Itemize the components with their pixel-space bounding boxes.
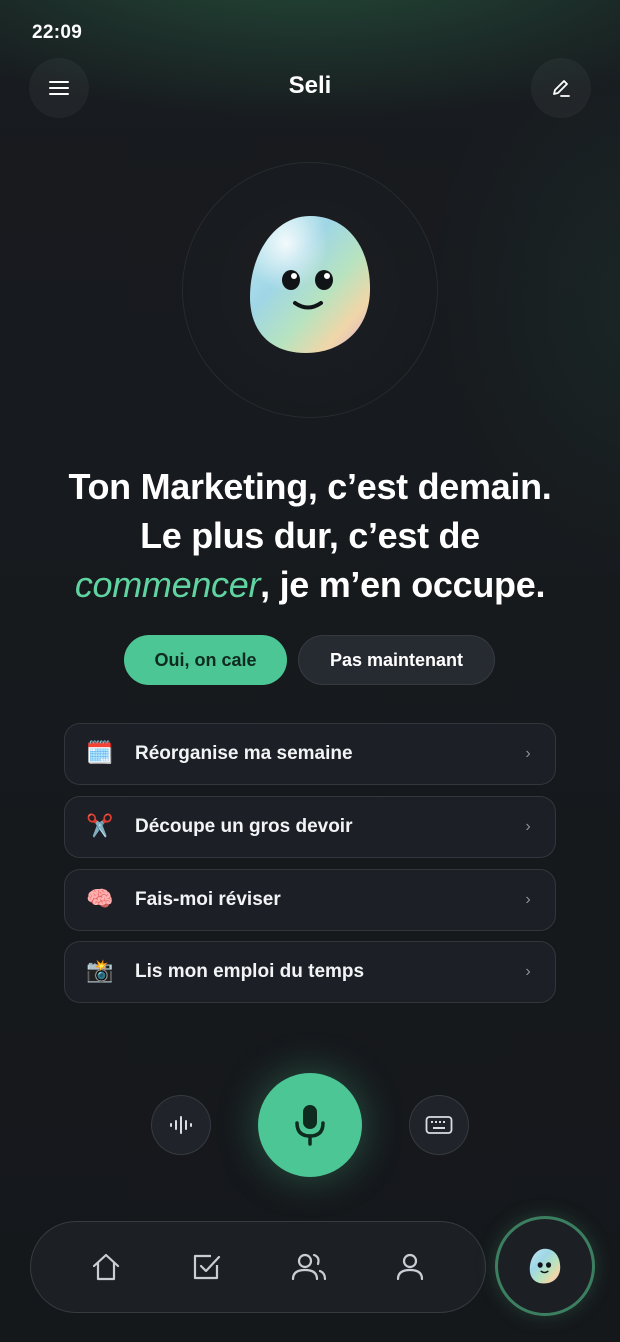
suggestion-read-timetable[interactable]: 📸 Lis mon emploi du temps › (64, 941, 556, 1003)
hero-line-3: commencer, je m’en occupe. (20, 560, 600, 609)
brain-icon: 🧠 (86, 887, 114, 912)
checkbox-icon (194, 1254, 221, 1280)
bottom-nav (30, 1221, 486, 1313)
chevron-right-icon: › (525, 891, 531, 908)
camera-icon: 📸 (86, 959, 114, 984)
hero-headline: Ton Marketing, c’est demain. Le plus dur… (20, 462, 600, 609)
suggestion-reorganize-week[interactable]: 🗓️ Réorganise ma semaine › (64, 723, 556, 785)
accept-button[interactable]: Oui, on cale (124, 635, 287, 685)
home-icon (92, 1253, 119, 1281)
nav-tasks[interactable] (181, 1241, 233, 1293)
hero-line-2: Le plus dur, c’est de (140, 515, 480, 556)
seli-assistant-tab[interactable] (495, 1216, 595, 1316)
scissors-icon: ✂️ (86, 814, 114, 839)
voice-mode-button[interactable] (151, 1095, 211, 1155)
nav-profile[interactable] (384, 1241, 436, 1293)
calendar-icon: 🗓️ (86, 741, 114, 766)
suggestion-label: Réorganise ma semaine (135, 743, 353, 764)
hero-accent-word: commencer (74, 564, 261, 605)
suggestion-revise[interactable]: 🧠 Fais-moi réviser › (64, 869, 556, 931)
status-time: 22:09 (32, 22, 83, 43)
audio-waveform-icon (170, 1116, 192, 1134)
nav-home[interactable] (80, 1241, 132, 1293)
hero-line-1: Ton Marketing, c’est demain. (68, 466, 552, 507)
users-icon (291, 1253, 326, 1281)
decline-button[interactable]: Pas maintenant (298, 635, 495, 685)
suggestion-label: Lis mon emploi du temps (135, 961, 365, 982)
microphone-button[interactable] (258, 1073, 362, 1177)
pencil-edit-icon (553, 80, 570, 97)
hero-line-3-rest: , je m’en occupe. (260, 564, 546, 605)
user-icon (397, 1253, 424, 1281)
chevron-right-icon: › (525, 963, 531, 980)
suggestion-label: Fais-moi réviser (135, 889, 281, 910)
new-chat-button[interactable] (531, 58, 591, 118)
chevron-right-icon: › (525, 818, 531, 835)
nav-community[interactable] (283, 1241, 335, 1293)
app-title: Seli (288, 72, 332, 99)
chevron-right-icon: › (525, 745, 531, 762)
microphone-icon (295, 1105, 325, 1146)
keyboard-input-button[interactable] (409, 1095, 469, 1155)
seli-mascot-icon (529, 1248, 561, 1284)
suggestion-split-homework[interactable]: ✂️ Découpe un gros devoir › (64, 796, 556, 858)
seli-mascot (250, 216, 371, 353)
suggestion-label: Découpe un gros devoir (135, 816, 353, 837)
keyboard-icon (425, 1116, 453, 1134)
